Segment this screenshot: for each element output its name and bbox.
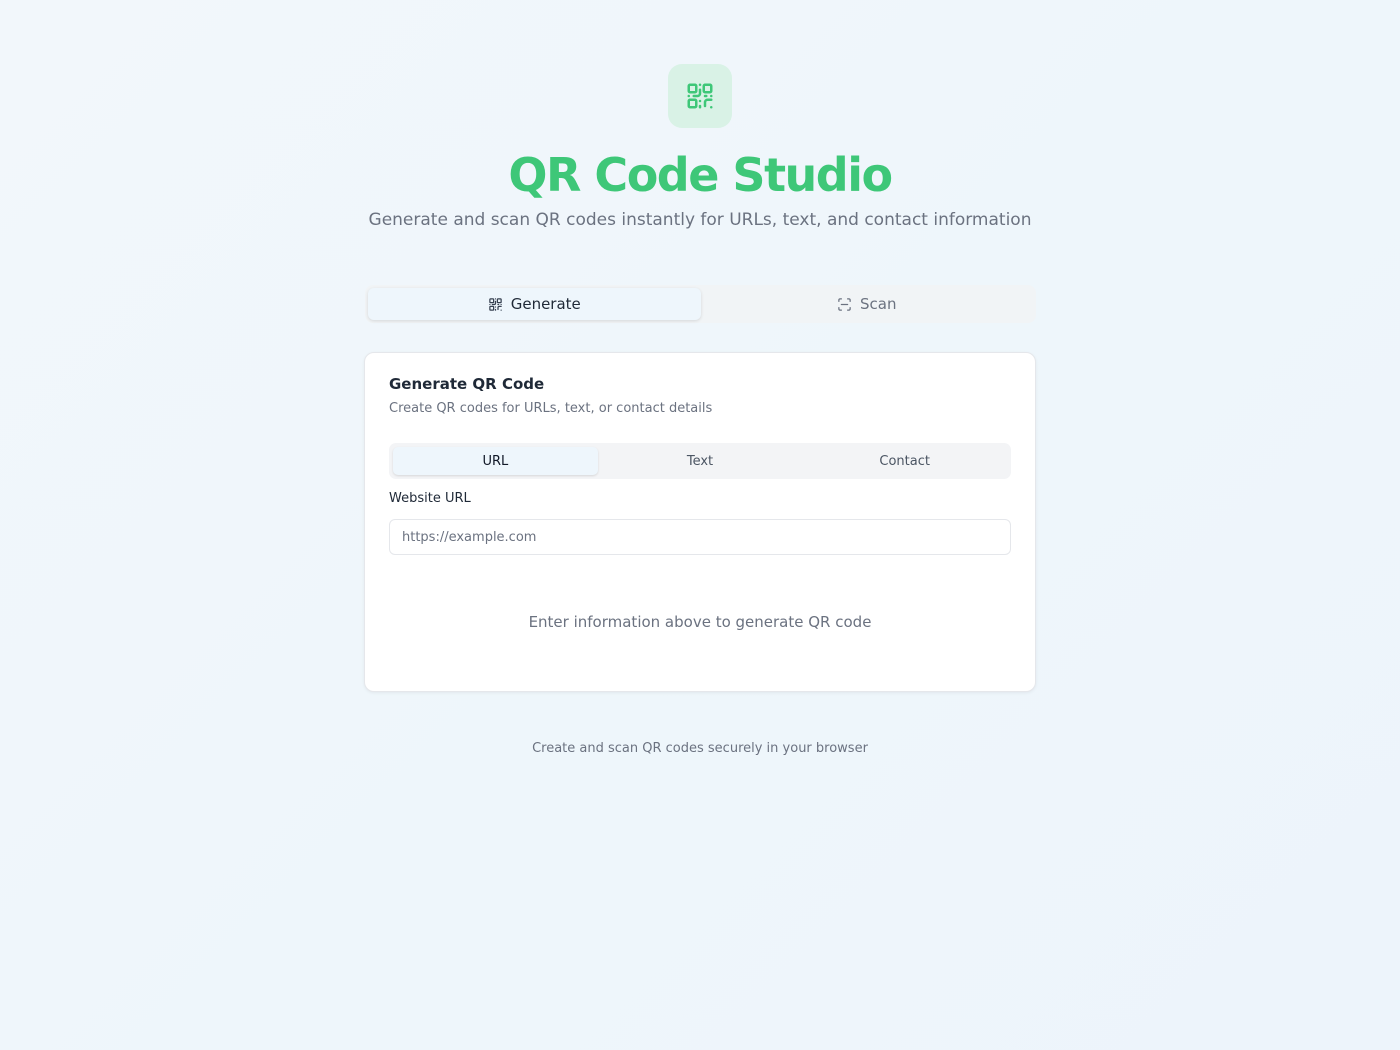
logo-badge bbox=[668, 64, 732, 128]
footer-text: Create and scan QR codes securely in you… bbox=[532, 741, 868, 756]
qr-code-icon bbox=[488, 297, 502, 311]
tab-generate[interactable]: Generate bbox=[368, 288, 701, 320]
tab-generate-label: Generate bbox=[510, 295, 581, 313]
qr-empty-state: Enter information above to generate QR c… bbox=[528, 613, 872, 631]
page: QR Code Studio Generate and scan QR code… bbox=[0, 0, 1400, 1050]
tab-url[interactable]: URL bbox=[393, 447, 598, 475]
tab-scan[interactable]: Scan bbox=[701, 288, 1034, 320]
qr-code-icon bbox=[687, 83, 713, 109]
main-tabs: Generate Scan bbox=[365, 285, 1036, 323]
tab-text[interactable]: Text bbox=[598, 447, 803, 475]
content-type-tabs: URL Text Contact bbox=[389, 443, 1011, 479]
page-subtitle: Generate and scan QR codes instantly for… bbox=[368, 210, 1032, 230]
card-description: Create QR codes for URLs, text, or conta… bbox=[389, 401, 713, 416]
tab-scan-label: Scan bbox=[860, 295, 897, 313]
website-url-label: Website URL bbox=[389, 491, 471, 506]
card-title: Generate QR Code bbox=[389, 375, 545, 393]
tab-contact[interactable]: Contact bbox=[802, 447, 1007, 475]
generate-card: Generate QR Code Create QR codes for URL… bbox=[364, 352, 1036, 692]
page-title: QR Code Studio bbox=[508, 148, 893, 202]
scan-icon bbox=[838, 297, 851, 311]
website-url-input[interactable] bbox=[389, 519, 1011, 555]
